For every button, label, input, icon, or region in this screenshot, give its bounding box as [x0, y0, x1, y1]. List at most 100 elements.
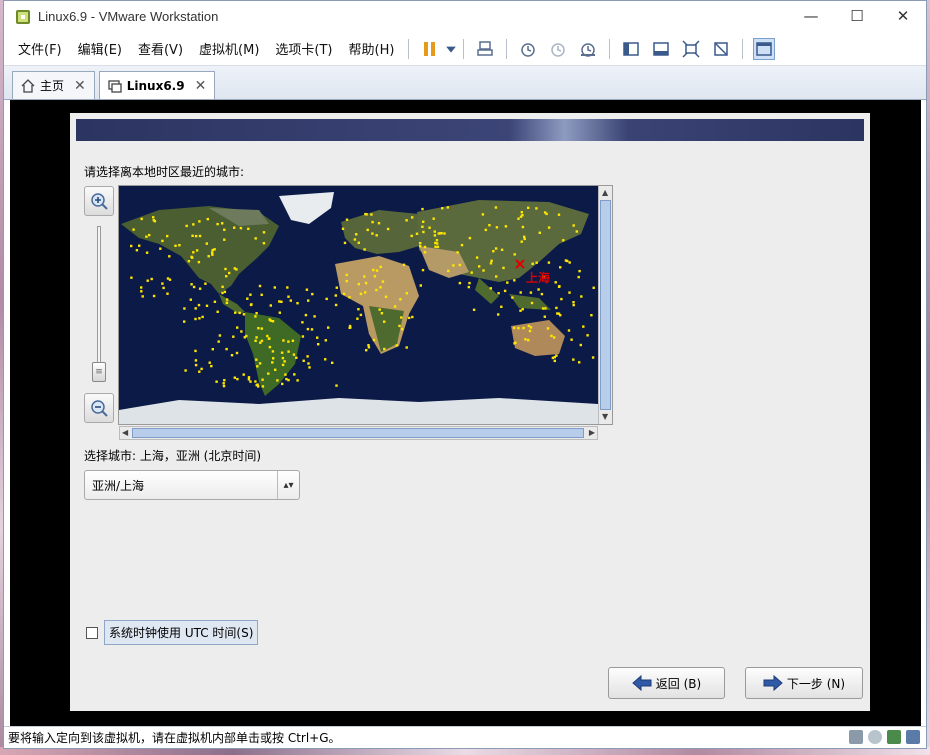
city-dot[interactable] — [254, 380, 257, 383]
city-dot[interactable] — [194, 349, 197, 353]
city-dot[interactable] — [267, 337, 271, 340]
city-dot[interactable] — [306, 355, 309, 358]
city-dot[interactable] — [341, 227, 345, 230]
city-dot[interactable] — [544, 307, 547, 310]
back-button[interactable]: 返回 (B) — [608, 667, 725, 699]
city-dot[interactable] — [529, 326, 533, 329]
city-dot[interactable] — [529, 291, 533, 294]
city-dot[interactable] — [399, 298, 402, 301]
city-dot[interactable] — [524, 338, 527, 341]
city-dot[interactable] — [550, 334, 553, 338]
city-dot[interactable] — [472, 308, 476, 311]
city-dot[interactable] — [217, 340, 220, 343]
city-dot[interactable] — [586, 334, 589, 337]
city-dot[interactable] — [345, 279, 348, 283]
city-dot[interactable] — [198, 220, 201, 223]
city-dot[interactable] — [557, 213, 561, 216]
city-dot[interactable] — [223, 228, 226, 231]
city-dot[interactable] — [475, 256, 479, 259]
city-dot[interactable] — [268, 345, 272, 349]
city-dot[interactable] — [546, 327, 550, 330]
vm-console[interactable]: 请选择离本地时区最近的城市: ≡ 上海 ▲ ▼ ◀ ▶ 选择城市: 上海，亚洲 … — [10, 100, 921, 726]
map-horizontal-scroll-thumb[interactable] — [132, 428, 584, 438]
city-dot[interactable] — [225, 298, 229, 301]
city-dot[interactable] — [238, 311, 241, 315]
city-dot[interactable] — [345, 273, 348, 277]
send-ctrl-alt-del-icon[interactable] — [474, 38, 496, 60]
city-dot[interactable] — [428, 226, 431, 229]
city-dot[interactable] — [304, 313, 308, 317]
city-dot[interactable] — [356, 317, 359, 320]
city-dot[interactable] — [148, 233, 151, 237]
city-dot[interactable] — [273, 286, 276, 289]
city-dot[interactable] — [575, 230, 578, 233]
city-dot[interactable] — [261, 385, 265, 388]
city-dot[interactable] — [189, 298, 192, 301]
city-dot[interactable] — [308, 366, 311, 369]
city-dot[interactable] — [367, 344, 370, 347]
city-dot[interactable] — [255, 336, 258, 339]
city-dot[interactable] — [204, 282, 207, 285]
city-dot[interactable] — [213, 248, 216, 251]
city-dot[interactable] — [271, 350, 275, 353]
city-dot[interactable] — [197, 260, 201, 264]
city-dot[interactable] — [482, 269, 485, 272]
city-dot[interactable] — [523, 237, 526, 241]
city-dot[interactable] — [402, 263, 406, 266]
city-dot[interactable] — [547, 261, 551, 264]
city-dot[interactable] — [503, 289, 507, 293]
city-dot[interactable] — [194, 317, 197, 321]
map-horizontal-scrollbar[interactable]: ◀ ▶ — [119, 426, 598, 440]
city-dot[interactable] — [280, 300, 283, 303]
city-dot[interactable] — [271, 361, 274, 364]
snapshot-take-icon[interactable] — [517, 38, 539, 60]
city-dot[interactable] — [271, 320, 275, 323]
city-dot[interactable] — [293, 373, 296, 376]
city-dot[interactable] — [307, 299, 310, 302]
city-dot[interactable] — [500, 248, 504, 251]
city-dot[interactable] — [242, 373, 245, 376]
world-map[interactable]: 上海 — [119, 186, 598, 424]
city-dot[interactable] — [278, 311, 281, 314]
city-dot[interactable] — [577, 275, 580, 279]
city-dot[interactable] — [419, 242, 422, 245]
city-dot[interactable] — [289, 299, 292, 302]
city-dot[interactable] — [161, 239, 164, 243]
city-dot[interactable] — [421, 207, 424, 211]
console-view-icon[interactable] — [650, 38, 672, 60]
city-dot[interactable] — [236, 326, 239, 329]
library-view-icon[interactable] — [620, 38, 642, 60]
city-dot[interactable] — [519, 291, 522, 294]
city-dot[interactable] — [383, 347, 386, 351]
city-dot[interactable] — [198, 370, 201, 373]
city-dot[interactable] — [543, 315, 546, 318]
city-dot[interactable] — [258, 284, 262, 288]
city-dot[interactable] — [194, 363, 198, 367]
city-dot[interactable] — [504, 225, 508, 228]
city-dot[interactable] — [161, 282, 164, 285]
city-dot[interactable] — [141, 295, 144, 298]
city-dot[interactable] — [192, 251, 195, 254]
city-dot[interactable] — [286, 286, 289, 289]
city-dot[interactable] — [216, 222, 219, 226]
city-dot[interactable] — [554, 281, 557, 284]
city-dot[interactable] — [410, 234, 413, 238]
city-dot[interactable] — [572, 224, 575, 227]
city-dot[interactable] — [334, 294, 337, 297]
city-dot[interactable] — [492, 250, 495, 253]
city-dot[interactable] — [553, 359, 556, 363]
city-dot[interactable] — [266, 334, 269, 338]
city-dot[interactable] — [276, 379, 279, 382]
city-dot[interactable] — [440, 232, 443, 235]
city-dot[interactable] — [572, 301, 575, 304]
city-dot[interactable] — [334, 303, 338, 307]
city-dot[interactable] — [488, 224, 491, 227]
display-icon[interactable] — [906, 730, 920, 744]
city-dot[interactable] — [287, 378, 290, 382]
city-dot[interactable] — [306, 327, 310, 331]
city-dot[interactable] — [232, 335, 235, 338]
city-dot[interactable] — [562, 239, 565, 242]
city-dot[interactable] — [433, 230, 436, 233]
city-dot[interactable] — [423, 251, 427, 254]
city-dot[interactable] — [130, 276, 133, 279]
